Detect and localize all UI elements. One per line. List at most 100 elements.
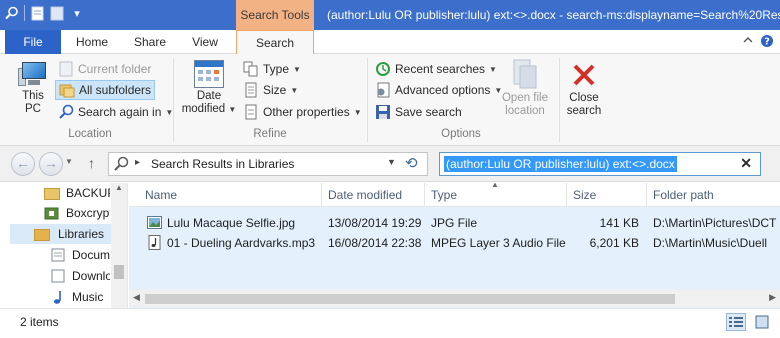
size-button[interactable]: Size ▼ xyxy=(243,80,298,100)
navigation-pane: BACKUP Boxcryptor Libraries Documents Do… xyxy=(0,183,128,308)
nav-item-boxcryptor[interactable]: Boxcryptor xyxy=(44,203,110,223)
tab-view[interactable]: View xyxy=(182,30,228,54)
new-folder-icon[interactable] xyxy=(49,4,65,22)
tab-share[interactable]: Share xyxy=(124,30,176,54)
tab-home[interactable]: Home xyxy=(68,30,116,54)
type-label: Type xyxy=(263,62,290,76)
type-icon xyxy=(243,61,259,77)
all-subfolders-label: All subfolders xyxy=(79,83,152,97)
open-file-location-label: Open file location xyxy=(501,92,549,117)
nav-item-music[interactable]: Music xyxy=(50,287,110,307)
location-group-title: Location xyxy=(68,128,112,140)
column-header-name[interactable]: Name xyxy=(129,183,322,207)
image-file-icon xyxy=(147,215,162,233)
address-path[interactable]: Search Results in Libraries xyxy=(151,157,294,171)
quick-access-toolbar: ▾ xyxy=(4,4,85,22)
this-pc-button[interactable]: This PC xyxy=(14,60,52,116)
other-properties-icon xyxy=(243,104,259,120)
size-dropdown-icon: ▼ xyxy=(290,85,299,95)
properties-icon[interactable] xyxy=(29,4,45,22)
file-date: 16/08/2014 22:38 xyxy=(328,236,422,250)
recent-searches-button[interactable]: Recent searches ▼ xyxy=(375,59,497,79)
file-name: Lulu Macaque Selfie.jpg xyxy=(167,216,296,230)
svg-text:?: ? xyxy=(764,37,770,48)
nav-scrollbar-thumb[interactable] xyxy=(114,265,124,279)
scroll-up-icon[interactable]: ▲ xyxy=(115,183,123,192)
file-type: JPG File xyxy=(431,216,478,230)
minimize-ribbon-chevron-icon[interactable] xyxy=(743,34,753,48)
advanced-options-label: Advanced options xyxy=(395,83,491,97)
current-folder-icon xyxy=(58,61,74,77)
current-folder-label: Current folder xyxy=(78,62,152,76)
clear-search-icon[interactable]: ✕ xyxy=(740,155,752,172)
search-again-in-button[interactable]: Search again in ▼ xyxy=(58,102,173,122)
column-header-folder-path[interactable]: Folder path xyxy=(647,183,780,207)
nav-item-downloads[interactable]: Downloads xyxy=(50,266,110,286)
tab-file[interactable]: File xyxy=(5,30,61,54)
scroll-left-icon[interactable]: ◀ xyxy=(133,292,140,303)
nav-item-label: Boxcryptor xyxy=(66,206,110,220)
options-group-title: Options xyxy=(441,128,481,140)
search-icon[interactable] xyxy=(4,4,20,22)
save-search-label: Save search xyxy=(395,105,462,119)
ribbon: This PC Current folder All subfolders Se… xyxy=(0,54,780,146)
address-bar[interactable]: ▸ Search Results in Libraries ▼ ⟲ xyxy=(108,152,428,176)
breadcrumb-chevron-icon[interactable]: ▸ xyxy=(135,157,140,168)
ribbon-tab-row: File Home Share View Search ? xyxy=(0,30,780,55)
nav-item-label: Downloads xyxy=(72,269,110,283)
help-icon[interactable]: ? xyxy=(760,34,774,51)
up-arrow-icon[interactable]: ↑ xyxy=(88,155,95,171)
close-search-button[interactable]: Close search xyxy=(562,62,606,118)
refresh-icon[interactable]: ⟲ xyxy=(405,154,418,172)
customize-qat-chevron-icon[interactable]: ▾ xyxy=(69,4,85,22)
audio-file-icon xyxy=(147,235,162,253)
file-name: 01 - Dueling Aardvarks.mp3 xyxy=(167,236,316,250)
nav-item-documents[interactable]: Documents xyxy=(50,245,110,265)
current-folder-button[interactable]: Current folder xyxy=(58,59,151,79)
other-properties-dropdown-icon: ▼ xyxy=(353,107,362,117)
other-properties-button[interactable]: Other properties ▼ xyxy=(243,102,362,122)
scroll-right-icon[interactable]: ▶ xyxy=(769,292,776,303)
search-again-label: Search again in xyxy=(78,105,162,119)
search-input[interactable]: (author:Lulu OR publisher:lulu) ext:<>.d… xyxy=(439,152,761,176)
horizontal-scrollbar[interactable]: ◀ ▶ xyxy=(129,290,780,307)
music-note-icon xyxy=(50,289,66,305)
nav-item-backup[interactable]: BACKUP xyxy=(44,183,110,203)
column-header-date-modified[interactable]: Date modified xyxy=(322,183,425,207)
open-file-location-icon xyxy=(512,58,538,90)
date-modified-button[interactable]: Date modified ▼ xyxy=(180,60,238,116)
table-row[interactable]: 01 - Dueling Aardvarks.mp3 16/08/2014 22… xyxy=(129,233,780,253)
large-icons-view-button[interactable] xyxy=(752,313,772,331)
nav-scrollbar[interactable]: ▲ xyxy=(111,183,127,308)
save-icon xyxy=(375,104,391,120)
qat-divider xyxy=(24,5,25,21)
size-label: Size xyxy=(263,83,287,97)
advanced-options-button[interactable]: Advanced options ▼ xyxy=(375,80,502,100)
open-file-location-button[interactable]: Open file location xyxy=(497,58,553,118)
horizontal-scrollbar-thumb[interactable] xyxy=(145,294,675,304)
all-subfolders-button[interactable]: All subfolders xyxy=(55,80,156,100)
address-dropdown-icon[interactable]: ▼ xyxy=(387,157,396,167)
this-pc-label: This PC xyxy=(22,90,44,115)
recent-searches-dropdown-icon: ▼ xyxy=(489,64,497,74)
nav-item-label: Documents xyxy=(72,248,110,262)
details-view-button[interactable] xyxy=(726,313,746,331)
documents-library-icon xyxy=(50,247,66,263)
folder-icon xyxy=(44,185,60,201)
back-button[interactable]: ← xyxy=(11,152,35,176)
type-button[interactable]: Type ▼ xyxy=(243,59,301,79)
close-icon xyxy=(569,62,599,90)
date-modified-dropdown-icon: ▼ xyxy=(228,105,237,114)
column-header-size[interactable]: Size xyxy=(567,183,647,207)
file-size: 141 KB xyxy=(599,216,639,230)
forward-button[interactable]: → xyxy=(39,152,63,176)
table-row[interactable]: Lulu Macaque Selfie.jpg 13/08/2014 19:29… xyxy=(129,213,780,233)
nav-item-libraries[interactable]: Libraries xyxy=(10,224,111,244)
nav-item-label: Music xyxy=(72,290,104,304)
close-search-label: Close search xyxy=(566,92,602,117)
search-query[interactable]: (author:Lulu OR publisher:lulu) ext:<>.d… xyxy=(444,156,677,172)
save-search-button[interactable]: Save search xyxy=(375,102,462,122)
tab-search[interactable]: Search xyxy=(236,30,314,55)
item-count: 2 items xyxy=(20,315,59,329)
recent-locations-chevron-icon[interactable]: ▼ xyxy=(65,157,73,166)
